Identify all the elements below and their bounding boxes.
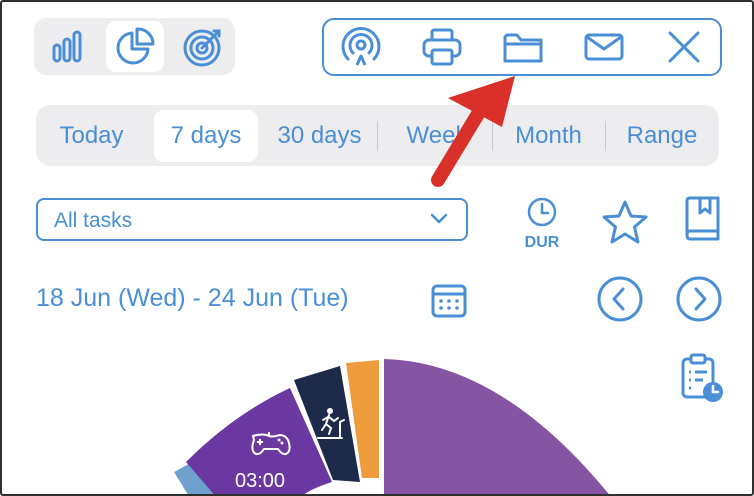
- donut-chart: [174, 359, 609, 494]
- app-frame: Today 7 days 30 days Week Month Range Al…: [0, 0, 754, 496]
- gaming-duration-label: 03:00: [235, 470, 286, 492]
- chart-slice-main: [384, 359, 609, 494]
